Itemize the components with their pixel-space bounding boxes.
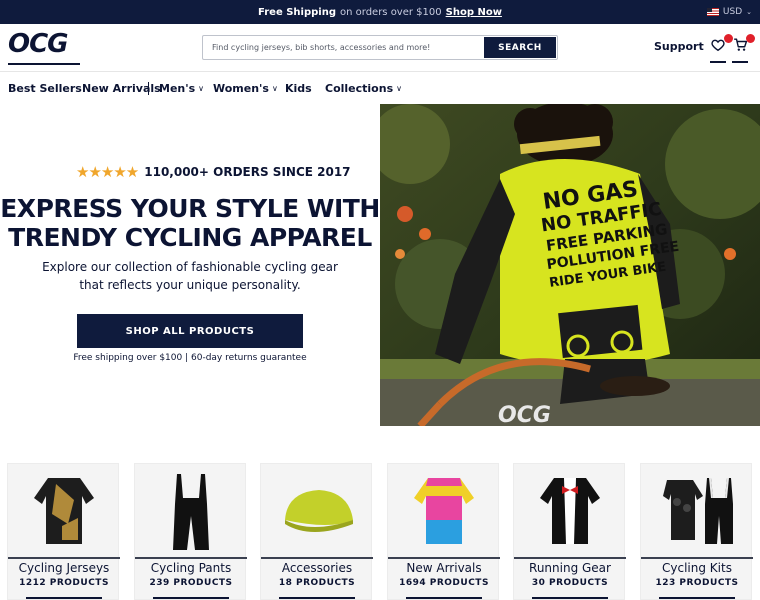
hero-subtitle: Explore our collection of fashionable cy… [40,258,340,294]
nav-item-label: Collections [325,82,394,95]
category-name: Accessories [281,561,353,575]
wishlist-button[interactable] [710,34,733,63]
shipping-guarantee: Free shipping over $100 | 60-day returns… [73,353,307,363]
chevron-down-icon: ∨ [271,84,278,93]
category-name: New Arrivals [406,561,482,575]
hero-title-line: TRENDY CYCLING APPAREL [8,223,372,252]
bib-pants-product-image [173,474,209,550]
nav-item-label: Best Sellers [8,82,82,95]
category-running-gear[interactable]: Running Gear 30 PRODUCTS [513,463,626,600]
category-count: 123 PRODUCTS [655,578,739,588]
cycling-cap-product-image [285,490,353,532]
nav-item-label: Women's [213,82,269,95]
category-divider [641,557,753,559]
hero-title-line: EXPRESS YOUR STYLE WITH [0,194,380,223]
cart-button[interactable] [732,34,755,63]
nav-divider [148,82,149,95]
category-count: 18 PRODUCTS [278,578,356,588]
hero-subtitle-line: Explore our collection of fashionable cy… [42,260,338,274]
category-divider [261,557,373,559]
search-bar: SEARCH [202,35,558,60]
shop-all-products-button[interactable]: SHOP ALL PRODUCTS [77,314,303,348]
cart-icon [734,38,748,51]
main-nav: Best Sellers New Arrivals Men's ∨ Women'… [0,73,760,104]
hero-title: EXPRESS YOUR STYLE WITH TRENDY CYCLING A… [0,194,380,252]
announcement-content: Free Shipping on orders over $100 Shop N… [0,0,760,24]
hero-image: NO GAS NO TRAFFIC FREE PARKING POLLUTION… [380,104,760,426]
chevron-down-icon: ∨ [198,84,205,93]
nav-item-mens[interactable]: Men's ∨ [159,73,204,104]
search-input[interactable] [203,36,483,59]
logo[interactable]: OCG [8,31,80,65]
category-name: Cycling Pants [150,561,232,575]
category-divider [388,557,500,559]
nav-item-label: Kids [285,82,312,95]
jersey-logo: OCG [498,403,551,426]
cycling-kit-product-image [663,478,733,544]
hero-subtitle-line: that reflects your unique personality. [79,278,301,292]
category-divider [514,557,626,559]
chevron-down-icon: ∨ [396,84,402,93]
category-underline [659,597,735,599]
category-cycling-pants[interactable]: Cycling Pants 239 PRODUCTS [134,463,247,600]
category-count: 1212 PRODUCTS [19,578,109,588]
announcement-text: on orders over $100 [340,6,442,18]
category-underline [532,597,608,599]
search-button[interactable]: SEARCH [484,37,556,58]
heart-icon [711,39,725,52]
nav-item-label: Men's [159,82,196,95]
currency-label: USD [722,7,743,17]
category-accessories[interactable]: Accessories 18 PRODUCTS [260,463,373,600]
category-name: Cycling Kits [662,561,732,575]
wishlist-underline [710,61,726,63]
chevron-down-icon: ⌄ [746,8,752,16]
wishlist-badge [724,34,733,43]
category-underline [279,597,355,599]
category-new-arrivals[interactable]: New Arrivals 1694 PRODUCTS [387,463,500,600]
category-cycling-jerseys[interactable]: Cycling Jerseys 1212 PRODUCTS [7,463,120,600]
jersey-product-image [34,478,94,544]
nav-item-best-sellers[interactable]: Best Sellers [8,73,82,104]
logo-underline [8,63,80,65]
jersey-product-image [414,478,474,544]
star-rating-icon: ★★★★★ [76,163,139,181]
category-divider [8,557,120,559]
cyclist-photo: NO GAS NO TRAFFIC FREE PARKING POLLUTION… [380,104,760,426]
nav-item-kids[interactable]: Kids [285,73,312,104]
cart-underline [732,61,748,63]
category-count: 239 PRODUCTS [149,578,233,588]
rating: ★★★★★ 110,000+ ORDERS SINCE 2017 [76,163,351,181]
nav-item-collections[interactable]: Collections ∨ [325,73,402,104]
category-underline [406,597,482,599]
category-divider [135,557,247,559]
shop-now-link[interactable]: Shop Now [446,7,502,18]
category-underline [26,597,102,599]
currency-selector[interactable]: USD ⌄ [706,0,752,24]
category-count: 1694 PRODUCTS [399,578,489,588]
category-count: 30 PRODUCTS [531,578,609,588]
category-underline [153,597,229,599]
rating-text: 110,000+ ORDERS SINCE 2017 [144,165,351,179]
nav-item-womens[interactable]: Women's ∨ [213,73,278,104]
cart-badge [746,34,755,43]
announcement-bar: Free Shipping on orders over $100 Shop N… [0,0,760,24]
support-link[interactable]: Support [654,40,704,53]
us-flag-icon [706,8,719,16]
category-name: Cycling Jerseys [18,561,110,575]
announcement-bold: Free Shipping [258,6,336,18]
category-cycling-kits[interactable]: Cycling Kits 123 PRODUCTS [640,463,753,600]
tuxedo-shirt-product-image [540,478,600,544]
logo-text: OCG [8,29,69,59]
site-header: OCG SEARCH Support [0,24,760,72]
category-name: Running Gear [529,561,611,575]
